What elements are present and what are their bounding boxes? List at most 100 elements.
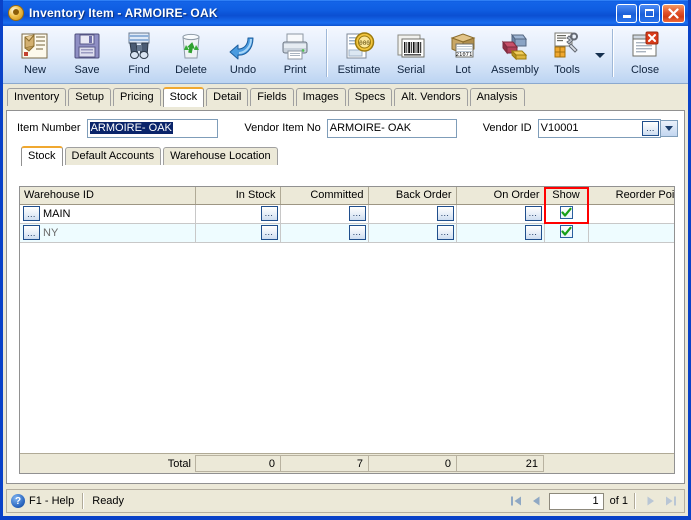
- cell-warehouse-id[interactable]: … NY: [20, 223, 196, 243]
- tab-specs[interactable]: Specs: [347, 88, 393, 106]
- cell-show[interactable]: [544, 223, 589, 243]
- subtab-stock[interactable]: Stock: [21, 146, 63, 166]
- save-button[interactable]: Save: [61, 26, 113, 82]
- vendor-item-no-input[interactable]: ARMOIRE- OAK: [326, 118, 457, 138]
- close-icon: [668, 7, 679, 19]
- cell-reorder-point[interactable]: 0: [588, 204, 674, 224]
- close-button[interactable]: [662, 3, 685, 23]
- tab-setup[interactable]: Setup: [68, 88, 111, 106]
- column-header-reorder-point[interactable]: Reorder Point: [588, 187, 674, 205]
- column-header-warehouse-id[interactable]: Warehouse ID: [20, 187, 196, 205]
- vendor-item-no-label: Vendor Item No: [244, 122, 321, 134]
- next-record-button[interactable]: [640, 492, 660, 510]
- barcode-icon: [397, 34, 425, 58]
- warehouse-id-value: MAIN: [43, 207, 71, 220]
- tab-inventory[interactable]: Inventory: [7, 88, 67, 106]
- cell-in-stock[interactable]: 0 …: [195, 223, 281, 243]
- table-row[interactable]: … NY 0 … 0 … 0: [20, 223, 674, 243]
- tab-pricing[interactable]: Pricing: [113, 88, 161, 106]
- help-text[interactable]: F1 - Help: [29, 495, 74, 507]
- main-toolbar: New Save Find Delete Undo Print 000 Esti…: [3, 26, 688, 84]
- status-bar: ? F1 - Help Ready 1 of 1: [6, 489, 685, 513]
- item-number-value: ARMOIRE- OAK: [89, 122, 173, 134]
- tools-dropdown-button[interactable]: [593, 26, 607, 82]
- print-button[interactable]: Print: [269, 26, 321, 82]
- page-count-text: of 1: [609, 495, 628, 507]
- grid-empty-area[interactable]: [20, 242, 674, 453]
- status-separator-2: [634, 493, 636, 509]
- lot-button-label: Lot: [455, 64, 471, 76]
- column-header-show[interactable]: Show: [544, 187, 589, 205]
- vendor-id-dropdown-button[interactable]: [661, 119, 678, 137]
- tab-analysis[interactable]: Analysis: [469, 88, 525, 106]
- vendor-id-lookup-button[interactable]: …: [642, 120, 659, 136]
- in-stock-lookup-button[interactable]: …: [260, 224, 278, 240]
- title-bar[interactable]: Inventory Item - ARMOIRE- OAK: [3, 0, 688, 26]
- minimize-button[interactable]: [616, 3, 637, 23]
- binoculars-icon: [128, 32, 150, 59]
- column-header-in-stock[interactable]: In Stock: [195, 187, 281, 205]
- warehouse-id-lookup-button[interactable]: …: [23, 225, 40, 240]
- tab-alt-vendors[interactable]: Alt. Vendors: [394, 88, 468, 106]
- cell-show[interactable]: [544, 204, 589, 224]
- cell-back-order[interactable]: 0 …: [368, 204, 457, 224]
- back-order-lookup-button[interactable]: …: [436, 205, 454, 221]
- on-order-lookup-button[interactable]: …: [524, 205, 542, 221]
- tab-stock[interactable]: Stock: [162, 87, 205, 107]
- find-button[interactable]: Find: [113, 26, 165, 82]
- vendor-id-input[interactable]: V10001 …: [537, 118, 661, 138]
- assembly-button[interactable]: Assembly: [489, 26, 541, 82]
- column-header-on-order[interactable]: On Order: [456, 187, 545, 205]
- estimate-tag-icon: 000: [346, 32, 375, 59]
- new-button[interactable]: New: [9, 26, 61, 82]
- column-header-committed[interactable]: Committed: [280, 187, 369, 205]
- serial-button[interactable]: Serial: [385, 26, 437, 82]
- warehouse-id-lookup-button[interactable]: …: [23, 206, 40, 221]
- column-header-back-order[interactable]: Back Order: [368, 187, 457, 205]
- stock-sub-tab-strip: Stock Default Accounts Warehouse Locatio…: [7, 145, 684, 166]
- tab-detail[interactable]: Detail: [206, 88, 249, 106]
- cell-in-stock[interactable]: 0 …: [195, 204, 281, 224]
- cell-committed[interactable]: 0 …: [280, 223, 369, 243]
- close-toolbar-label: Close: [630, 64, 660, 76]
- committed-lookup-button[interactable]: …: [348, 224, 366, 240]
- total-label: Total: [167, 457, 191, 470]
- cell-on-order[interactable]: 21 …: [456, 204, 545, 224]
- cell-reorder-point[interactable]: 0: [588, 223, 674, 243]
- undo-button[interactable]: Undo: [217, 26, 269, 82]
- back-order-lookup-button[interactable]: …: [436, 224, 454, 240]
- close-toolbar-button[interactable]: Close: [619, 26, 671, 82]
- table-row[interactable]: … MAIN 0 … 7 … 0: [20, 204, 674, 224]
- subtab-default-accounts[interactable]: Default Accounts: [64, 147, 162, 165]
- serial-button-label: Serial: [396, 64, 426, 76]
- committed-lookup-button[interactable]: …: [348, 205, 366, 221]
- tab-images[interactable]: Images: [295, 88, 346, 106]
- cell-warehouse-id[interactable]: … MAIN: [20, 204, 196, 224]
- tab-fields[interactable]: Fields: [250, 88, 294, 106]
- page-number-input[interactable]: 1: [548, 492, 604, 510]
- estimate-button[interactable]: 000 Estimate: [333, 26, 385, 82]
- assembly-button-label: Assembly: [491, 64, 539, 76]
- lot-button[interactable]: 21071 Lot: [437, 26, 489, 82]
- subtab-warehouse-location[interactable]: Warehouse Location: [163, 147, 278, 165]
- estimate-button-label: Estimate: [337, 64, 381, 76]
- on-order-lookup-button[interactable]: …: [524, 224, 542, 240]
- previous-record-button[interactable]: [527, 492, 547, 510]
- window-title: Inventory Item - ARMOIRE- OAK: [29, 6, 218, 20]
- last-record-button[interactable]: [660, 492, 680, 510]
- previous-page-icon: [533, 496, 540, 506]
- undo-button-label: Undo: [229, 64, 257, 76]
- in-stock-lookup-button[interactable]: …: [260, 205, 278, 221]
- delete-button[interactable]: Delete: [165, 26, 217, 82]
- show-checkbox[interactable]: [559, 206, 573, 219]
- cell-back-order[interactable]: 0 …: [368, 223, 457, 243]
- first-record-button[interactable]: [507, 492, 527, 510]
- maximize-button[interactable]: [639, 3, 660, 23]
- tools-button[interactable]: Tools: [541, 26, 593, 82]
- item-number-input[interactable]: ARMOIRE- OAK: [86, 118, 219, 138]
- cell-committed[interactable]: 7 …: [280, 204, 369, 224]
- grid-total-row: Total 0 7 0 21: [20, 453, 674, 473]
- help-icon[interactable]: ?: [11, 494, 25, 508]
- cell-on-order[interactable]: 0 …: [456, 223, 545, 243]
- show-checkbox[interactable]: [559, 225, 573, 238]
